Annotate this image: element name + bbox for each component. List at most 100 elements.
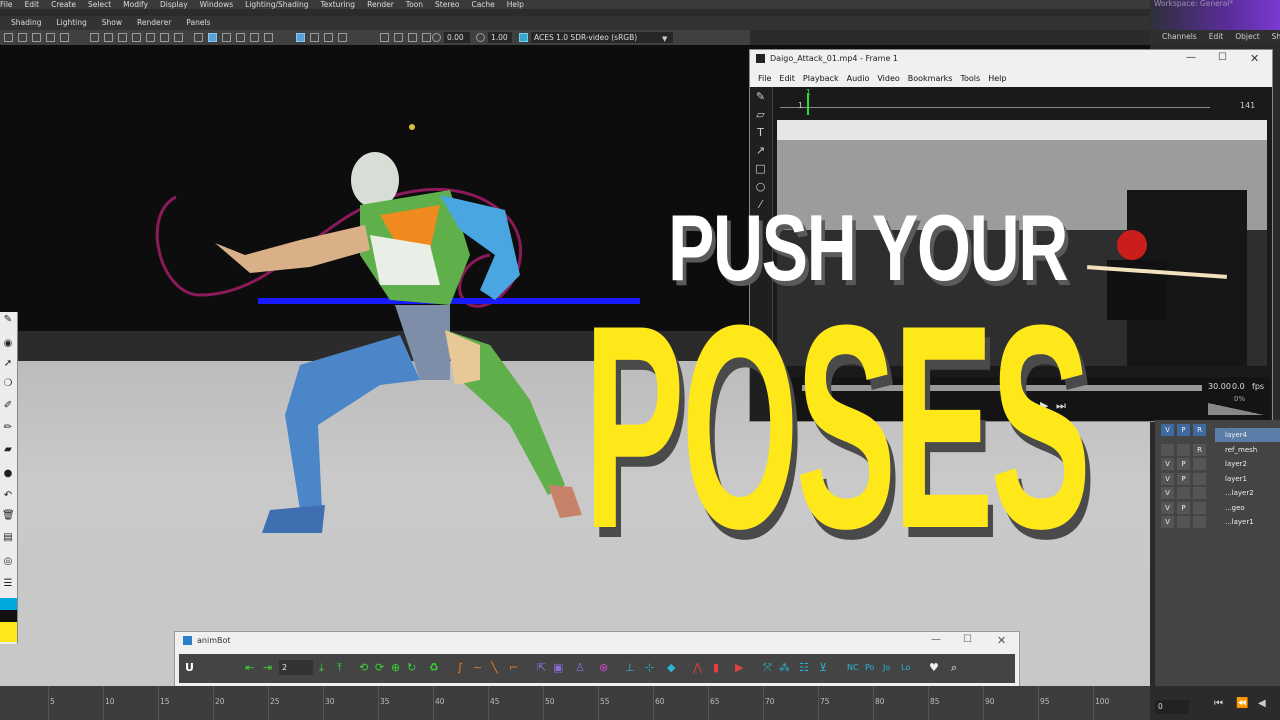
channel-box-tab[interactable]: Object: [1235, 32, 1259, 41]
menu-item[interactable]: Stereo: [435, 0, 459, 9]
trash-icon[interactable]: 🗑: [2, 510, 15, 522]
layer-r-toggle[interactable]: R: [1193, 443, 1206, 456]
close-icon[interactable]: ✕: [1250, 52, 1259, 65]
layer-v-toggle[interactable]: V: [1161, 472, 1174, 485]
arrow-icon[interactable]: ↗: [755, 145, 766, 156]
motion-blur-icon[interactable]: [394, 33, 403, 42]
player-menu-item[interactable]: Bookmarks: [908, 74, 953, 83]
safe-title-icon[interactable]: [174, 33, 183, 42]
bake-icon[interactable]: ⊕: [391, 662, 400, 674]
sync-icon[interactable]: ⟲: [359, 662, 368, 674]
select-arrow-icon[interactable]: ➚: [2, 358, 14, 370]
camera-icon[interactable]: [4, 33, 13, 42]
channel-box-tab[interactable]: Channels: [1162, 32, 1197, 41]
player-menu-item[interactable]: Video: [877, 74, 899, 83]
layer-p-toggle[interactable]: [1177, 443, 1190, 456]
select-all-icon[interactable]: ⤧: [763, 662, 772, 674]
minimize-icon[interactable]: —: [1186, 52, 1196, 63]
image-plane-icon[interactable]: [46, 33, 55, 42]
gamma-field[interactable]: 1.00: [488, 32, 512, 43]
2d-pan-icon[interactable]: [60, 33, 69, 42]
search-icon[interactable]: ⌕: [951, 662, 957, 674]
brush-icon[interactable]: ✐: [2, 400, 14, 412]
tangent-spline-icon[interactable]: ∼: [473, 662, 482, 674]
gamma-icon[interactable]: [476, 33, 485, 42]
recycle-icon[interactable]: ♻: [429, 662, 439, 674]
filter-icon[interactable]: ⊻: [819, 662, 827, 674]
player-menu-item[interactable]: Audio: [847, 74, 870, 83]
smooth-shade-icon[interactable]: [208, 33, 217, 42]
current-frame-field[interactable]: 0: [1155, 700, 1189, 714]
diamond-icon[interactable]: ◆: [667, 662, 675, 674]
key-up-icon[interactable]: ⤒: [337, 662, 342, 674]
field-chart-icon[interactable]: [146, 33, 155, 42]
step-back-icon[interactable]: ⏪: [1236, 698, 1248, 709]
layer-r-toggle[interactable]: [1193, 458, 1206, 470]
skip-back-icon[interactable]: ⏮: [1214, 698, 1223, 709]
label-po[interactable]: Po: [865, 662, 874, 674]
eraser-icon[interactable]: ▱: [755, 109, 766, 120]
viewport-menu-item[interactable]: Panels: [186, 18, 210, 27]
layer-v-toggle[interactable]: V: [1161, 458, 1174, 470]
label-nc[interactable]: NC: [847, 662, 859, 674]
circle-icon[interactable]: ○: [755, 181, 766, 192]
lasso-icon[interactable]: ❍: [2, 378, 14, 390]
camera-icon[interactable]: ◎: [2, 556, 14, 568]
layers-header-cell[interactable]: R: [1193, 424, 1206, 436]
channel-box-tab[interactable]: Show: [1272, 32, 1280, 41]
color-management-icon[interactable]: [519, 33, 528, 42]
isolate-select-icon[interactable]: [296, 33, 305, 42]
select-icon[interactable]: ⇱: [537, 662, 546, 674]
key-down-icon[interactable]: ⤓: [319, 662, 324, 674]
player-menu-item[interactable]: Tools: [960, 74, 980, 83]
player-menu-item[interactable]: Playback: [803, 74, 839, 83]
magnet-icon[interactable]: U: [185, 662, 194, 674]
ambient-occlusion-icon[interactable]: [380, 33, 389, 42]
pen-tool-icon[interactable]: ✎: [2, 314, 14, 326]
nudge-left-icon[interactable]: ⇤: [245, 662, 254, 674]
film-gate-icon[interactable]: [104, 33, 113, 42]
layers-icon[interactable]: ▤: [2, 532, 14, 544]
play-range-icon[interactable]: ▶: [735, 662, 743, 674]
channel-box-tab[interactable]: Edit: [1209, 32, 1224, 41]
layer-row[interactable]: layer4: [1215, 428, 1280, 442]
layer-p-toggle[interactable]: [1177, 516, 1190, 528]
select-mirror-icon[interactable]: ⁂: [779, 662, 790, 674]
loop-icon[interactable]: ↻: [407, 662, 416, 674]
bookmark-icon[interactable]: [32, 33, 41, 42]
time-slider[interactable]: 5 10 15 20 25 30 35 40 45 50 55 60 65 70 75 80 85 90 95 100: [0, 686, 1150, 720]
layer-p-toggle[interactable]: [1177, 487, 1190, 499]
textured-icon[interactable]: [236, 33, 245, 42]
pen-icon[interactable]: ✎: [755, 91, 766, 102]
layer-r-toggle[interactable]: [1193, 472, 1206, 485]
swatch-cyan[interactable]: [0, 598, 17, 610]
menu-item[interactable]: Help: [507, 0, 524, 9]
minimize-icon[interactable]: —: [931, 634, 941, 645]
rectangle-icon[interactable]: □: [755, 163, 766, 174]
lock-icon[interactable]: [18, 33, 27, 42]
label-jo[interactable]: Jo: [883, 662, 890, 674]
gate-mask-icon[interactable]: [132, 33, 141, 42]
layers-header-cell[interactable]: V: [1161, 424, 1174, 436]
viewport-menu-item[interactable]: Renderer: [137, 18, 171, 27]
character-icon[interactable]: ♙: [575, 662, 585, 674]
layer-r-toggle[interactable]: [1193, 501, 1206, 514]
play-back-icon[interactable]: ◀: [1258, 698, 1266, 709]
tangent-linear-icon[interactable]: ╲: [491, 662, 498, 674]
menu-item[interactable]: Edit: [25, 0, 40, 9]
layer-row[interactable]: V P ...geo: [1155, 501, 1280, 515]
pencil-icon[interactable]: ✏: [2, 422, 14, 434]
layer-v-toggle[interactable]: V: [1161, 487, 1174, 499]
menu-item[interactable]: Render: [367, 0, 394, 9]
cycle-icon[interactable]: ⟳: [375, 662, 384, 674]
player-menu-item[interactable]: Edit: [779, 74, 795, 83]
layer-p-toggle[interactable]: P: [1177, 472, 1190, 485]
menu-item[interactable]: Toon: [406, 0, 423, 9]
text-icon[interactable]: T: [755, 127, 766, 138]
eraser-icon[interactable]: ▰: [2, 444, 14, 456]
menu-item[interactable]: Windows: [200, 0, 233, 9]
layer-v-toggle[interactable]: [1161, 443, 1174, 456]
viewport-menu-item[interactable]: Shading: [11, 18, 41, 27]
player-timeline[interactable]: 1 1 141: [780, 88, 1270, 115]
antialiasing-icon[interactable]: [408, 33, 417, 42]
